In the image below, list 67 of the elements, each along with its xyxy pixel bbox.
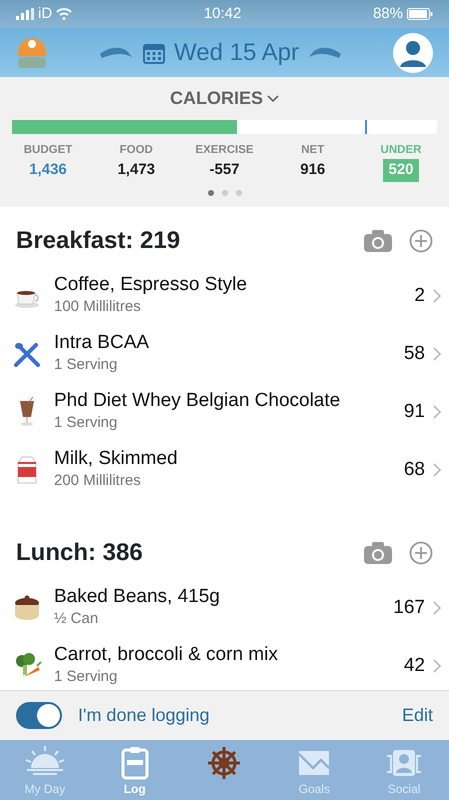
food-amount: 100 Millilitres — [54, 296, 142, 317]
calories-dropdown[interactable]: CALORIES — [170, 85, 279, 112]
food-amount: 1 Serving — [54, 666, 118, 687]
food-entry[interactable]: Intra BCAA 1 Serving 58 — [0, 325, 449, 383]
battery-icon — [407, 8, 433, 20]
edit-button[interactable]: Edit — [402, 702, 433, 729]
food-amount: 1 Serving — [54, 412, 118, 433]
battery-text: 88% — [372, 4, 403, 24]
food-amount: 200 Millilitres — [54, 470, 142, 491]
chevron-right-icon — [433, 347, 441, 361]
chevron-right-icon — [433, 601, 441, 615]
chevron-right-icon — [433, 289, 441, 303]
food-entry[interactable]: Carrot, broccoli & corn mix 1 Serving 42 — [0, 637, 449, 690]
camera-button[interactable] — [363, 228, 393, 254]
food-entry[interactable]: Milk, Skimmed 200 Millilitres 68 — [0, 441, 449, 499]
figure-label: EXERCISE — [195, 143, 254, 158]
figure-label: FOOD — [120, 143, 153, 158]
calorie-count: 91 — [404, 400, 425, 424]
food-name: Phd Diet Whey Belgian Chocolate — [54, 390, 342, 412]
calorie-count: 167 — [393, 596, 425, 620]
food-amount: 1 Serving — [54, 354, 118, 375]
figure-value: 520 — [383, 159, 419, 182]
figure-value: 1,473 — [117, 160, 156, 180]
figure-value: 1,436 — [29, 160, 67, 180]
food-icon — [12, 593, 42, 623]
food-entry[interactable]: Baked Beans, 415g ½ Can 167 — [0, 579, 449, 637]
chevron-right-icon — [433, 463, 441, 477]
figure-value: -557 — [209, 160, 240, 180]
wifi-icon — [56, 8, 72, 20]
food-name: Intra BCAA — [54, 332, 150, 354]
plus-circle-icon — [409, 540, 433, 565]
figure-label: NET — [301, 143, 324, 158]
signal-icon — [16, 8, 34, 20]
meal-title: Lunch: 386 — [16, 538, 144, 568]
camera-icon — [363, 228, 393, 253]
page-dot[interactable] — [208, 190, 214, 196]
scale-icon[interactable] — [16, 36, 48, 70]
food-amount: ½ Can — [54, 608, 100, 629]
calorie-count: 68 — [404, 458, 425, 482]
page-dot[interactable] — [222, 190, 228, 196]
avatar-icon[interactable] — [393, 32, 433, 72]
time-text: 10:42 — [202, 4, 242, 24]
chevron-right-icon — [433, 405, 441, 419]
camera-button[interactable] — [363, 540, 393, 566]
food-name: Baked Beans, 415g — [54, 586, 221, 608]
camera-icon — [363, 540, 393, 565]
calorie-count: 42 — [404, 654, 425, 678]
calorie-count: 58 — [404, 342, 425, 366]
food-name: Carrot, broccoli & corn mix — [54, 644, 279, 666]
done-label: I'm done logging — [78, 704, 211, 727]
chevron-down-icon — [267, 94, 279, 102]
food-entry[interactable]: Phd Diet Whey Belgian Chocolate 1 Serving 91 — [0, 383, 449, 441]
figure-label: BUDGET — [24, 143, 72, 158]
done-toggle[interactable] — [16, 702, 62, 729]
figure-value: 916 — [300, 160, 326, 180]
page-dot[interactable] — [236, 190, 242, 196]
food-name: Milk, Skimmed — [54, 448, 179, 470]
add-food-button[interactable] — [409, 228, 433, 254]
carrier-text: iD — [38, 4, 52, 24]
food-name: Coffee, Espresso Style — [54, 274, 248, 296]
food-entry[interactable]: Coffee, Espresso Style 100 Millilitres 2 — [0, 267, 449, 325]
figure-label: UNDER — [380, 143, 422, 158]
calorie-count: 2 — [414, 284, 425, 308]
plus-circle-icon — [409, 228, 433, 253]
chevron-right-icon — [433, 659, 441, 673]
add-food-button[interactable] — [409, 540, 433, 566]
meal-title: Breakfast: 219 — [16, 226, 182, 256]
